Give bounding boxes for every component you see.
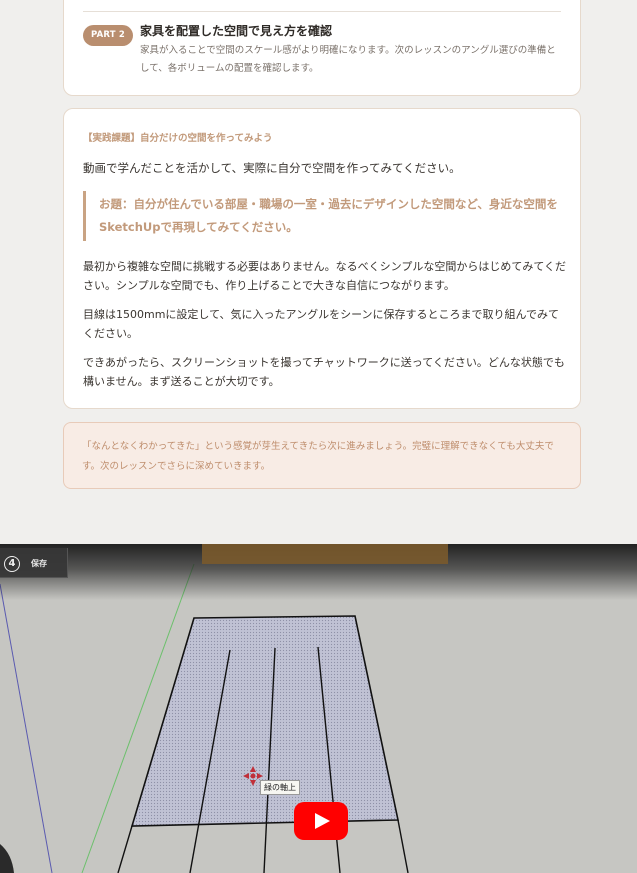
practice-paragraph: 目線は1500mmに設定して、気に入ったアングルをシーンに保存するところまで取り… [83,308,560,340]
part-description: 家具が入ることで空間のスケール感がより明確になります。次のレッスンのアングル選び… [140,45,556,74]
part-title: 家具を配置した空間で見え方を確認 [140,24,333,38]
practice-intro: 動画で学んだことを活かして、実際に自分で空間を作ってみてください。 [83,161,461,175]
step-number: 4 [4,556,20,572]
axis-tooltip: 緑の軸上 [260,780,300,795]
practice-label: 【実践課題】自分だけの空間を作ってみよう [83,133,273,144]
practice-paragraph: できあがったら、スクリーンショットを撮ってチャットワークに送ってください。どんな… [83,356,565,388]
play-icon[interactable] [294,802,348,840]
part-card: PART 2 家具を配置した空間で見え方を確認 家具が入ることで空間のスケール感… [63,0,581,96]
step-chip: 4 保存 [0,548,68,578]
note-card: 「なんとなくわかってきた」という感覚が芽生えてきたら次に進みましょう。完璧に理解… [63,422,581,489]
step-label: 保存 [31,559,47,568]
toolbar-tab [202,544,448,564]
video-player[interactable]: 4 保存 緑の軸上 [0,544,637,873]
assignment-quote: お題：自分が住んでいる部屋・職場の一室・過去にデザインした空間など、身近な空間を… [83,191,563,241]
practice-card: 【実践課題】自分だけの空間を作ってみよう 動画で学んだことを活かして、実際に自分… [63,108,581,409]
card-divider [83,11,561,12]
practice-paragraph: 最初から複雑な空間に挑戦する必要はありません。なるべくシンプルな空間からはじめて… [83,260,567,292]
part-badge: PART 2 [83,25,133,46]
